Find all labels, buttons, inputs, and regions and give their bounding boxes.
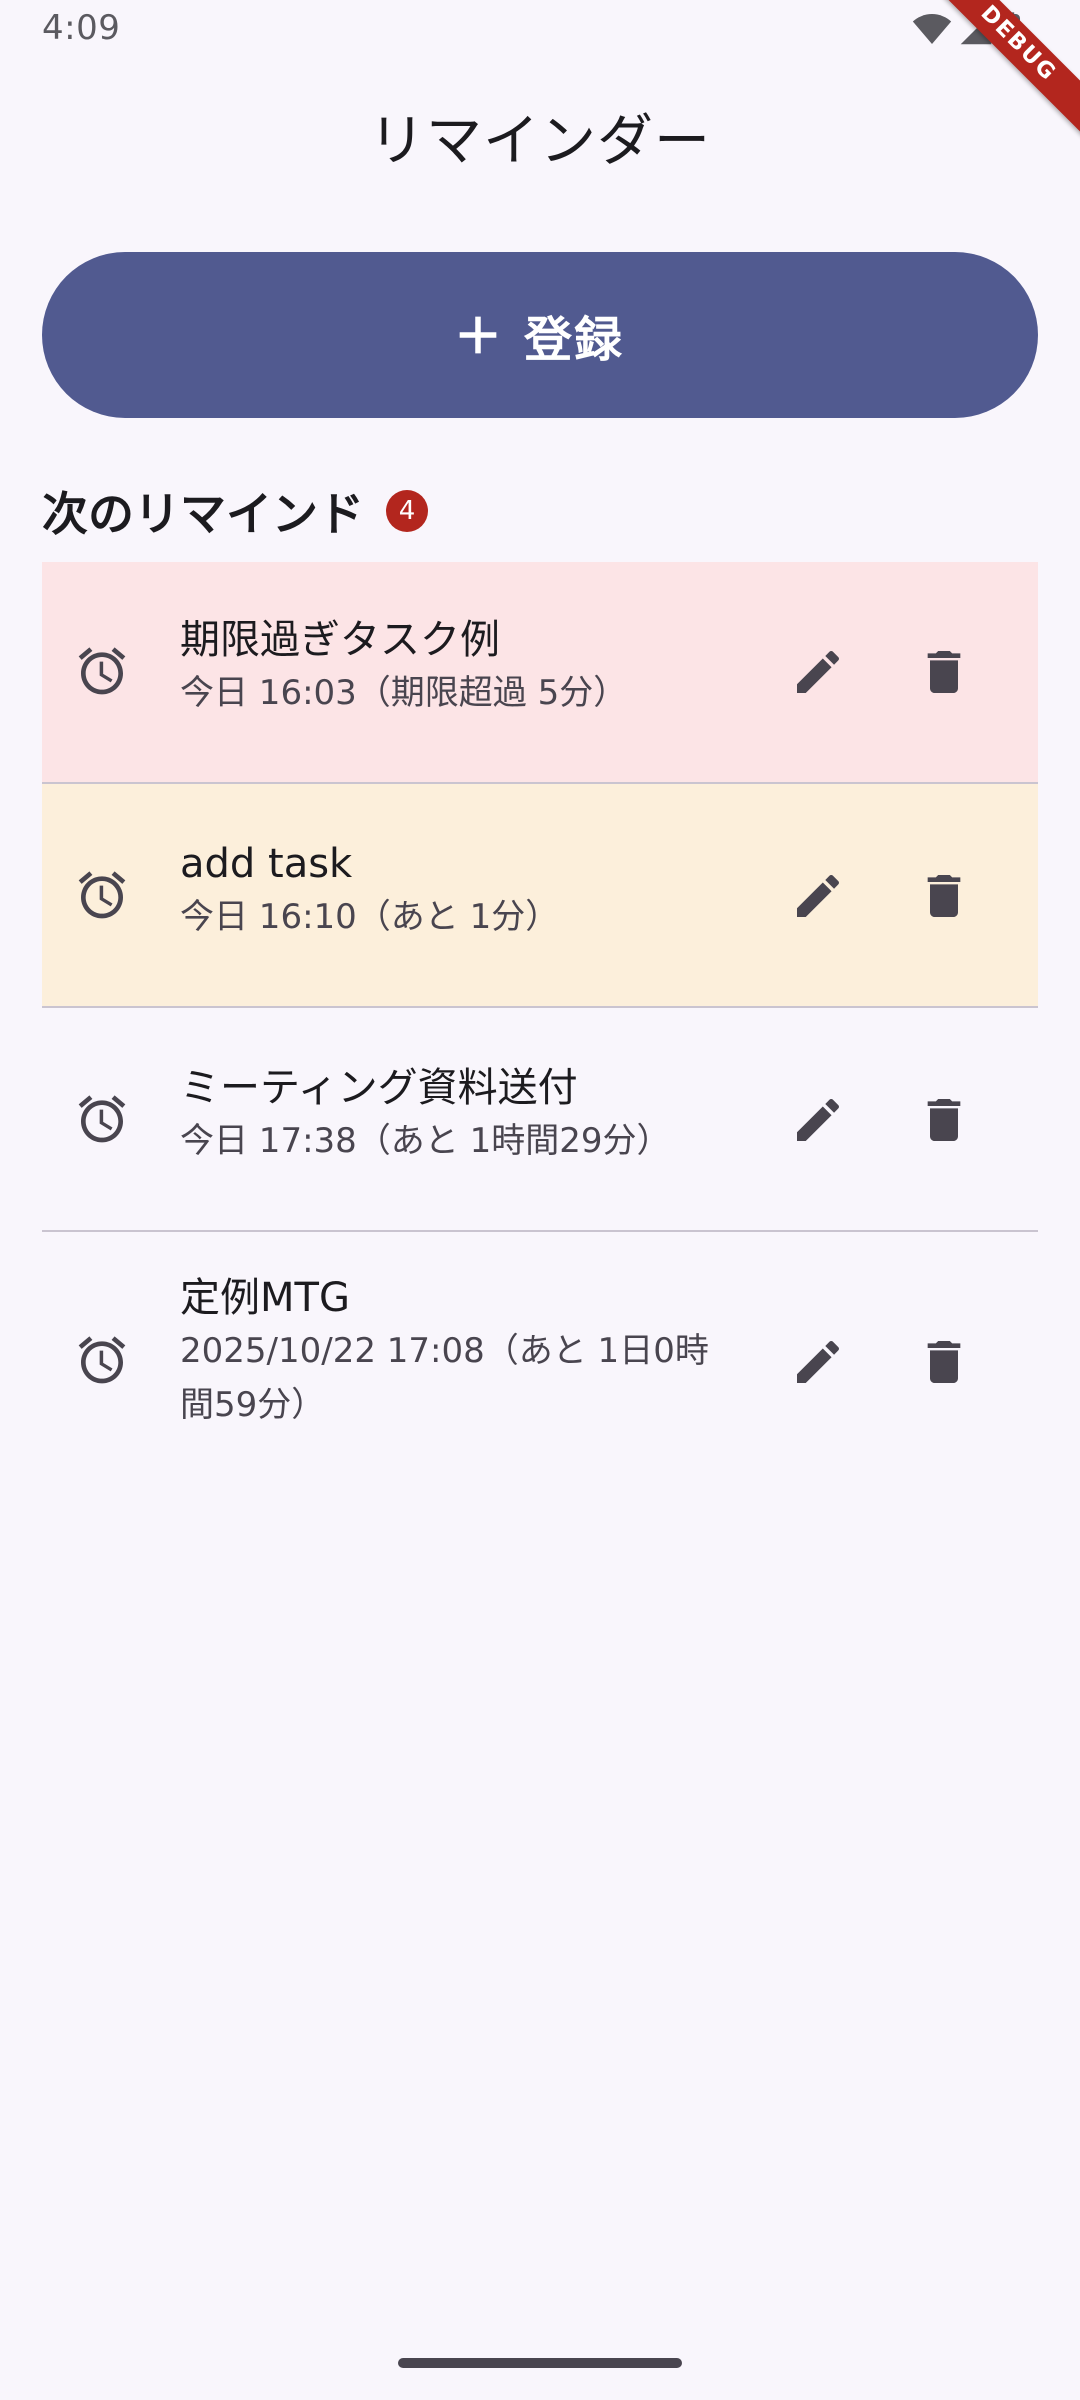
reminder-item[interactable]: ミーティング資料送付 今日 17:38（あと 1時間29分）	[42, 1008, 1038, 1232]
delete-button[interactable]	[904, 1322, 984, 1402]
alarm-icon	[78, 1336, 126, 1384]
reminder-texts: add task 今日 16:10（あと 1分）	[180, 838, 740, 944]
pencil-icon	[797, 1098, 840, 1141]
reminder-title: add task	[180, 841, 353, 887]
section-header: 次のリマインド 4	[42, 478, 428, 544]
count-badge: 4	[386, 490, 428, 532]
delete-button[interactable]	[904, 1080, 984, 1160]
trash-icon	[927, 875, 961, 917]
edit-button[interactable]	[778, 632, 858, 712]
trash-icon	[927, 1099, 961, 1141]
wifi-icon	[912, 12, 952, 46]
delete-button[interactable]	[904, 856, 984, 936]
edit-button[interactable]	[778, 856, 858, 936]
reminder-texts: 期限過ぎタスク例 今日 16:03（期限超過 5分）	[180, 614, 740, 720]
delete-button[interactable]	[904, 632, 984, 712]
status-time: 4:09	[42, 8, 121, 48]
reminder-texts: 定例MTG 2025/10/22 17:08（あと 1日0時間59分）	[180, 1272, 740, 1432]
page-title: リマインダー	[369, 109, 711, 174]
trash-icon	[927, 651, 961, 693]
reminder-title: ミーティング資料送付	[180, 1065, 578, 1111]
reminder-subtitle: 今日 17:38（あと 1時間29分）	[180, 1121, 671, 1161]
alarm-icon	[78, 1095, 126, 1143]
alarm-icon	[78, 647, 126, 695]
trash-icon	[927, 1341, 961, 1383]
alarm-icon	[78, 871, 126, 919]
reminder-texts: ミーティング資料送付 今日 17:38（あと 1時間29分）	[180, 1062, 740, 1168]
plus-icon	[456, 313, 500, 357]
reminder-subtitle: 今日 16:10（あと 1分）	[180, 897, 560, 937]
reminder-list: 期限過ぎタスク例 今日 16:03（期限超過 5分） add task 今日 1…	[42, 562, 1038, 1492]
reminder-title: 期限過ぎタスク例	[180, 617, 500, 663]
section-title: 次のリマインド	[42, 487, 364, 541]
reminder-title: 定例MTG	[180, 1275, 350, 1321]
pencil-icon	[797, 1340, 840, 1383]
reminder-item[interactable]: add task 今日 16:10（あと 1分）	[42, 784, 1038, 1008]
edit-button[interactable]	[778, 1080, 858, 1160]
reminder-item[interactable]: 期限過ぎタスク例 今日 16:03（期限超過 5分）	[42, 562, 1038, 784]
pencil-icon	[797, 874, 840, 917]
register-button[interactable]: 登録	[42, 252, 1038, 418]
reminder-subtitle: 2025/10/22 17:08（あと 1日0時間59分）	[180, 1331, 709, 1425]
reminder-subtitle: 今日 16:03（期限超過 5分）	[180, 673, 628, 713]
home-indicator[interactable]	[398, 2358, 682, 2368]
status-bar: 4:09	[0, 0, 1080, 62]
reminder-item[interactable]: 定例MTG 2025/10/22 17:08（あと 1日0時間59分）	[42, 1232, 1038, 1492]
edit-button[interactable]	[778, 1322, 858, 1402]
register-button-label: 登録	[523, 312, 624, 368]
pencil-icon	[797, 650, 840, 693]
